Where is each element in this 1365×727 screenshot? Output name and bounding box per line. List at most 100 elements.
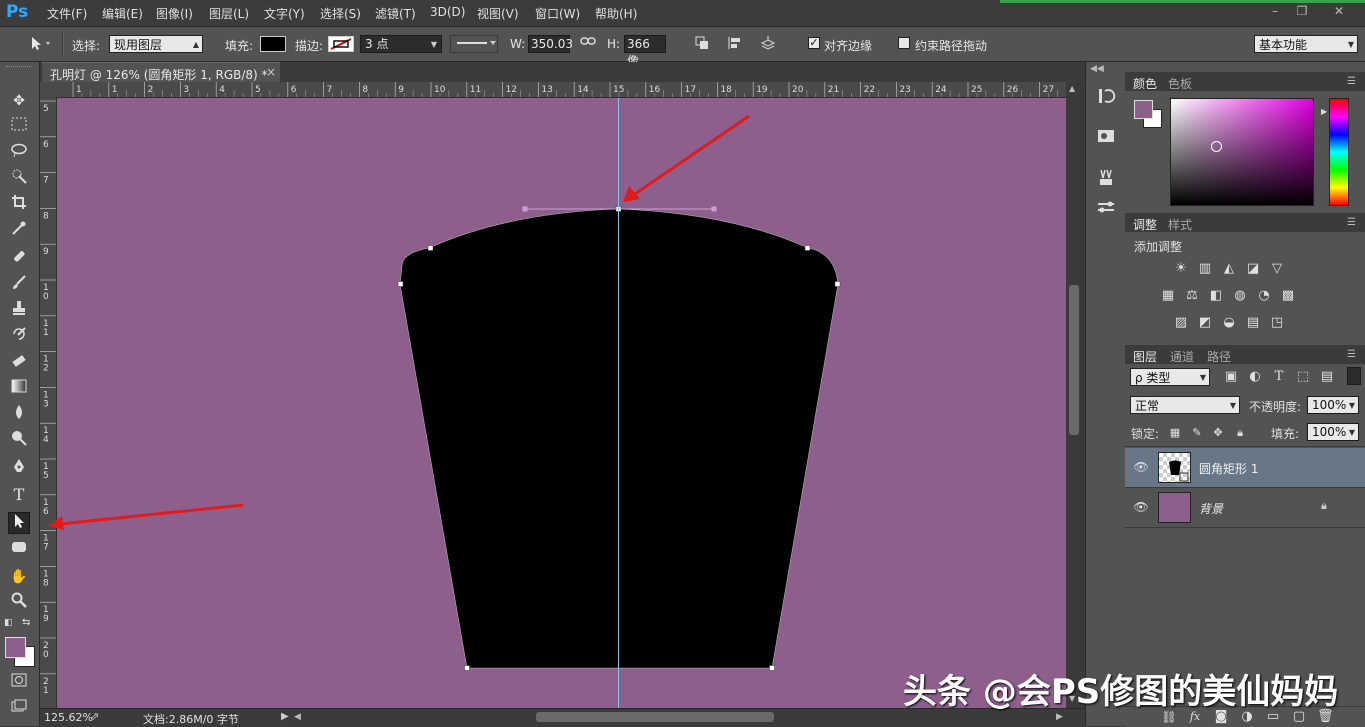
zoom-tool-icon[interactable] [8,592,30,614]
stroke-swatch[interactable] [328,36,354,52]
layer-filter-dropdown[interactable]: ρ 类型 ▼ [1130,368,1210,386]
color-picker-cursor[interactable] [1211,141,1222,152]
posterize-icon[interactable]: ◩ [1197,316,1213,330]
blur-tool-icon[interactable] [8,404,30,426]
history-brush-tool-icon[interactable] [8,326,30,348]
close-window-button[interactable]: ✕ [1328,3,1350,19]
document-tab[interactable]: 孔明灯 @ 126% (圆角矩形 1, RGB/8) * × [42,62,280,83]
constrain-path-checkbox[interactable] [898,37,910,49]
screen-mode-icon[interactable] [8,698,30,720]
align-edges-checkbox[interactable]: ✓ [808,37,820,49]
photo-filter-icon[interactable]: ◍ [1232,289,1248,303]
tab-paths[interactable]: 路径 [1207,348,1231,365]
layer-row-background[interactable]: 👁︎ 背景 🔒︎ [1125,488,1365,528]
close-tab-button[interactable]: × [266,65,276,79]
hue-slider[interactable] [1329,98,1349,206]
channel-mixer-icon[interactable]: ◔ [1256,289,1272,303]
gradient-tool-icon[interactable] [8,378,30,400]
filter-smart-object-icon[interactable]: ▤ [1319,370,1335,384]
tab-layers[interactable]: 图层 [1133,348,1157,365]
filter-toggle-switch[interactable] [1347,367,1361,385]
zoom-level[interactable]: 125.62% [44,711,93,724]
hue-slider-marker-icon[interactable]: ▶ [1321,107,1327,116]
hue-saturation-icon[interactable]: ▦ [1160,289,1176,303]
marquee-tool-icon[interactable] [8,116,30,138]
fill-field[interactable]: 100% ▼ [1307,423,1359,441]
path-selection-tool-preset-icon[interactable] [24,35,54,53]
path-selection-tool-icon[interactable] [8,512,30,534]
move-tool-icon[interactable]: ✥ [8,90,30,112]
menu-file[interactable]: 文件(F) [47,5,87,22]
select-layer-dropdown[interactable]: 现用图层 ▲ [109,35,203,53]
layer-row-shape[interactable]: 👁︎ 圆角矩形 1 [1125,448,1365,488]
black-white-icon[interactable]: ◧ [1208,289,1224,303]
crop-tool-icon[interactable] [8,194,30,216]
vertical-ruler[interactable]: 5678910111213141516171819202122 [40,97,57,708]
pen-tool-icon[interactable] [8,458,30,480]
eraser-tool-icon[interactable] [8,352,30,374]
export-icon[interactable]: ⇗ [90,710,99,723]
ruler-origin[interactable] [40,82,56,97]
history-panel-icon[interactable] [1096,86,1116,106]
scroll-right-icon[interactable]: ▶ [1056,712,1063,722]
layer-name[interactable]: 背景 [1199,500,1223,517]
eyedropper-tool-icon[interactable] [8,220,30,242]
color-field[interactable] [1170,98,1314,206]
scroll-up-icon[interactable]: ▲ [1069,84,1075,93]
tab-styles[interactable]: 样式 [1168,216,1192,233]
stroke-type-dropdown[interactable] [450,35,498,53]
blend-mode-dropdown[interactable]: 正常 ▼ [1130,396,1240,414]
menu-layer[interactable]: 图层(L) [209,5,249,22]
threshold-icon[interactable]: ◒ [1221,316,1237,330]
collapse-strip-icon[interactable]: ◀◀ [1090,64,1104,74]
gradient-map-icon[interactable]: ▤ [1245,316,1261,330]
workspace-dropdown[interactable]: 基本功能 ▼ [1254,35,1358,53]
levels-icon[interactable]: ▥ [1197,262,1213,276]
menu-window[interactable]: 窗口(W) [535,5,580,22]
color-balance-icon[interactable]: ⚖ [1184,289,1200,303]
tab-adjustments[interactable]: 调整 [1133,216,1157,233]
width-field[interactable]: 350.03 [528,35,573,53]
lasso-tool-icon[interactable] [8,142,30,164]
panel-menu-icon[interactable]: ☰ [1347,217,1356,228]
quick-mask-icon[interactable] [8,672,30,694]
document-canvas[interactable] [57,98,1066,708]
menu-edit[interactable]: 编辑(E) [102,5,143,22]
filter-pixel-icon[interactable]: ▣ [1223,370,1239,384]
brush-panel-icon[interactable] [1096,168,1116,188]
horizontal-ruler[interactable]: 1 1 2 3 4 5 6 7 8 9 10 11 12 13 14 15 16 17 18 19 20 21 22 23 24… [56,82,1066,98]
dodge-tool-icon[interactable] [8,430,30,452]
link-dimensions-icon[interactable] [578,35,598,53]
swap-colors-icon[interactable]: ⇆ [22,617,34,629]
menu-type[interactable]: 文字(Y) [264,5,305,22]
visibility-eye-icon[interactable]: 👁︎ [1133,460,1149,474]
tab-swatches[interactable]: 色板 [1168,75,1192,92]
quick-selection-tool-icon[interactable] [8,168,30,190]
lock-position-icon[interactable]: ✥ [1210,426,1226,440]
brush-tool-icon[interactable] [8,274,30,296]
tab-channels[interactable]: 通道 [1170,348,1194,365]
filter-shape-icon[interactable]: ⬚ [1295,370,1311,384]
color-lookup-icon[interactable]: ▩ [1280,289,1296,303]
lock-pixels-icon[interactable]: ✎ [1189,426,1205,440]
menu-filter[interactable]: 滤镜(T) [375,5,416,22]
foreground-color-swatch[interactable] [5,637,26,658]
fill-swatch[interactable] [260,36,286,52]
menu-view[interactable]: 视图(V) [477,5,519,22]
filter-type-icon[interactable]: T [1271,370,1287,384]
status-menu-arrow-icon[interactable]: ▶ [281,711,289,722]
hand-tool-icon[interactable]: ✋ [8,566,30,588]
path-operations-icon[interactable] [692,35,712,53]
opacity-field[interactable]: 100% ▼ [1307,396,1359,414]
path-arrangement-icon[interactable] [758,35,778,53]
panel-menu-icon[interactable]: ☰ [1347,76,1356,87]
panel-menu-icon[interactable]: ☰ [1347,349,1356,360]
type-tool-icon[interactable]: T [8,484,30,506]
vibrance-icon[interactable]: ▽ [1269,262,1285,276]
default-colors-icon[interactable]: ◧ [4,618,14,628]
color-panel-fg-swatch[interactable] [1134,100,1153,119]
properties-panel-icon[interactable] [1096,126,1116,146]
vertical-scroll-thumb[interactable] [1069,285,1079,435]
clone-stamp-tool-icon[interactable] [8,300,30,322]
brush-presets-icon[interactable] [1096,198,1116,218]
